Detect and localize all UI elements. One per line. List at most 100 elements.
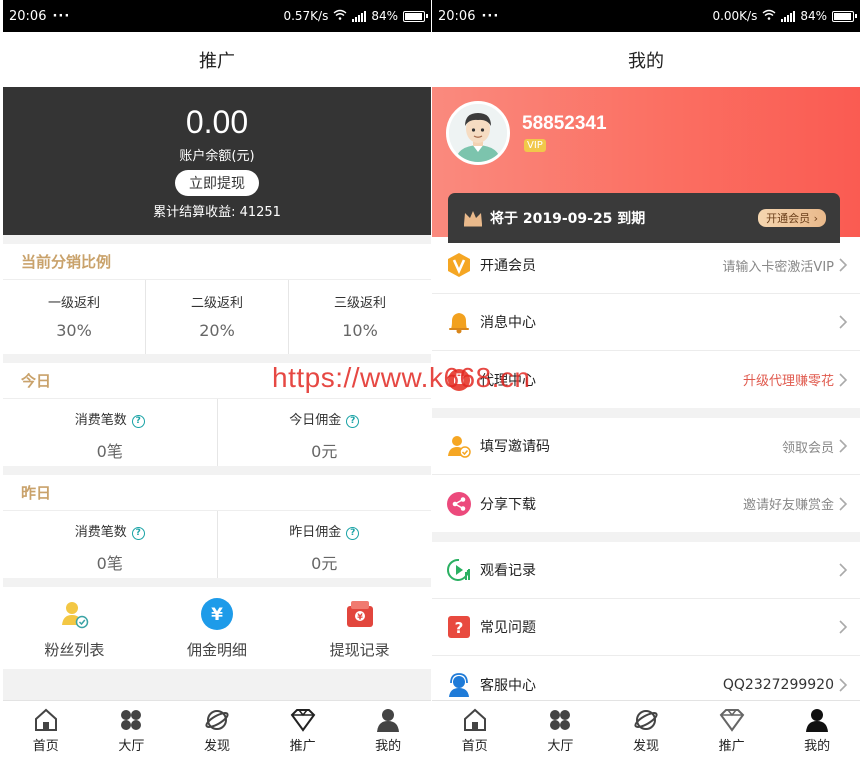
ratio-level-2: 二级返利 20% [146, 280, 289, 354]
yen-icon: ¥ [200, 597, 234, 631]
tab-hall[interactable]: 大厅 [518, 701, 604, 762]
vip-v-icon [446, 252, 472, 278]
signal-icon [352, 10, 367, 22]
status-bar: 20:06 ··· 0.00K/s 84% [432, 0, 860, 32]
tab-promote[interactable]: 推广 [260, 701, 346, 762]
tab-discover[interactable]: 发现 [603, 701, 689, 762]
yesterday-orders: 消费笔数? 0笔 [3, 511, 218, 578]
battery-percent: 84% [800, 9, 827, 23]
withdraw-record-shortcut[interactable]: ¥ 提现记录 [288, 587, 431, 669]
shortcut-label: 粉丝列表 [44, 641, 105, 659]
tab-label: 首页 [461, 739, 488, 754]
menu-faq[interactable]: ? 常见问题 [432, 599, 860, 656]
tab-label: 首页 [32, 739, 59, 754]
help-icon[interactable]: ? [131, 527, 145, 540]
withdraw-button[interactable]: 立即提现 [175, 170, 259, 196]
network-speed: 0.57K/s [283, 9, 329, 23]
history-icon [446, 557, 472, 583]
shortcut-label: 提现记录 [329, 641, 390, 659]
balance-label: 账户余额(元) [179, 149, 255, 164]
shortcut-label: 佣金明细 [187, 641, 248, 659]
user-icon [804, 707, 830, 733]
watermark-text: https://www.k668.cn [272, 362, 531, 393]
bottom-tab-bar: 首页 大厅 发现 推广 我的 [3, 700, 431, 762]
home-icon [462, 707, 488, 733]
menu-group-2: 填写邀请码 领取会员 分享下载 邀请好友赚赏金 [432, 418, 860, 532]
tab-mine[interactable]: 我的 [774, 701, 860, 762]
user-id: 58852341 [522, 113, 607, 134]
diamond-icon [719, 707, 745, 733]
menu-label: 分享下载 [480, 496, 536, 513]
battery-icon [832, 10, 857, 22]
ratio-level-1: 一级返利 30% [3, 280, 146, 354]
stat-value: 0笔 [96, 442, 123, 461]
stat-label: 昨日佣金 [289, 525, 342, 540]
profile-header: 58852341 VIP 将于 2019-09-25 到期 开通会员 › [432, 87, 860, 243]
yesterday-commission: 昨日佣金? 0元 [218, 511, 432, 578]
chevron-right-icon [839, 563, 848, 577]
total-earnings: 累计结算收益: 41251 [153, 205, 281, 220]
help-icon[interactable]: ? [346, 527, 360, 540]
question-icon: ? [446, 614, 472, 640]
wifi-icon [762, 9, 776, 23]
status-bar: 20:06 ··· 0.57K/s 84% [3, 0, 431, 32]
commission-detail-shortcut[interactable]: ¥ 佣金明细 [146, 587, 289, 669]
tab-label: 发现 [632, 739, 659, 754]
status-dots: ··· [52, 8, 71, 24]
tab-label: 推广 [289, 739, 316, 754]
balance-amount: 0.00 [185, 104, 249, 140]
yesterday-section-title: 昨日 [3, 475, 431, 511]
grid-icon [118, 707, 144, 733]
svg-text:?: ? [455, 619, 464, 637]
svg-text:¥: ¥ [211, 605, 223, 625]
wallet-icon: ¥ [343, 597, 377, 631]
stat-value: 0笔 [96, 554, 123, 573]
network-speed: 0.00K/s [712, 9, 758, 23]
menu-group-3: 观看记录 ? 常见问题 客服中心 QQ2327299920 [432, 542, 860, 713]
tab-discover[interactable]: 发现 [174, 701, 260, 762]
chevron-right-icon [839, 372, 848, 387]
fans-icon [57, 597, 91, 631]
tab-mine[interactable]: 我的 [345, 701, 431, 762]
tab-hall[interactable]: 大厅 [89, 701, 175, 762]
yesterday-grid: 消费笔数? 0笔 昨日佣金? 0元 [3, 511, 431, 578]
menu-label: 客服中心 [480, 677, 536, 694]
open-vip-button[interactable]: 开通会员 › [758, 209, 826, 227]
crown-icon [462, 209, 484, 227]
user-icon [375, 707, 401, 733]
menu-open-vip[interactable]: 开通会员 请输入卡密激活VIP [432, 237, 860, 294]
stat-label: 今日佣金 [289, 413, 342, 428]
vip-badge: VIP [524, 139, 546, 152]
page-title: 推广 [3, 32, 431, 87]
tab-label: 推广 [718, 739, 745, 754]
stat-value: 0元 [311, 442, 338, 461]
avatar[interactable] [446, 101, 510, 165]
menu-value: QQ2327299920 [722, 676, 834, 693]
menu-label: 消息中心 [480, 315, 536, 331]
help-icon[interactable]: ? [346, 415, 360, 428]
share-icon [446, 491, 472, 517]
menu-invite-code[interactable]: 填写邀请码 领取会员 [432, 418, 860, 475]
ratio-section-title: 当前分销比例 [3, 244, 431, 280]
help-icon[interactable]: ? [131, 415, 145, 428]
bottom-tab-bar: 首页 大厅 发现 推广 我的 [432, 700, 860, 762]
menu-watch-history[interactable]: 观看记录 [432, 542, 860, 599]
ratio-label: 二级返利 [190, 296, 243, 311]
tab-promote[interactable]: 推广 [689, 701, 775, 762]
menu-value: 升级代理赚零花 [742, 374, 834, 389]
menu-message-center[interactable]: 消息中心 [432, 294, 860, 351]
planet-icon [633, 707, 659, 733]
ratio-value: 10% [342, 321, 378, 340]
tab-label: 大厅 [118, 739, 145, 754]
menu-share-download[interactable]: 分享下载 邀请好友赚赏金 [432, 475, 860, 532]
fans-list-shortcut[interactable]: 粉丝列表 [3, 587, 146, 669]
service-icon [446, 672, 472, 698]
chevron-right-icon [839, 496, 848, 511]
tab-home[interactable]: 首页 [3, 701, 89, 762]
wifi-icon [333, 9, 347, 23]
planet-icon [204, 707, 230, 733]
status-time: 20:06 [9, 8, 47, 24]
chevron-right-icon [839, 258, 848, 272]
tab-home[interactable]: 首页 [432, 701, 518, 762]
today-grid: 消费笔数? 0笔 今日佣金? 0元 [3, 399, 431, 466]
